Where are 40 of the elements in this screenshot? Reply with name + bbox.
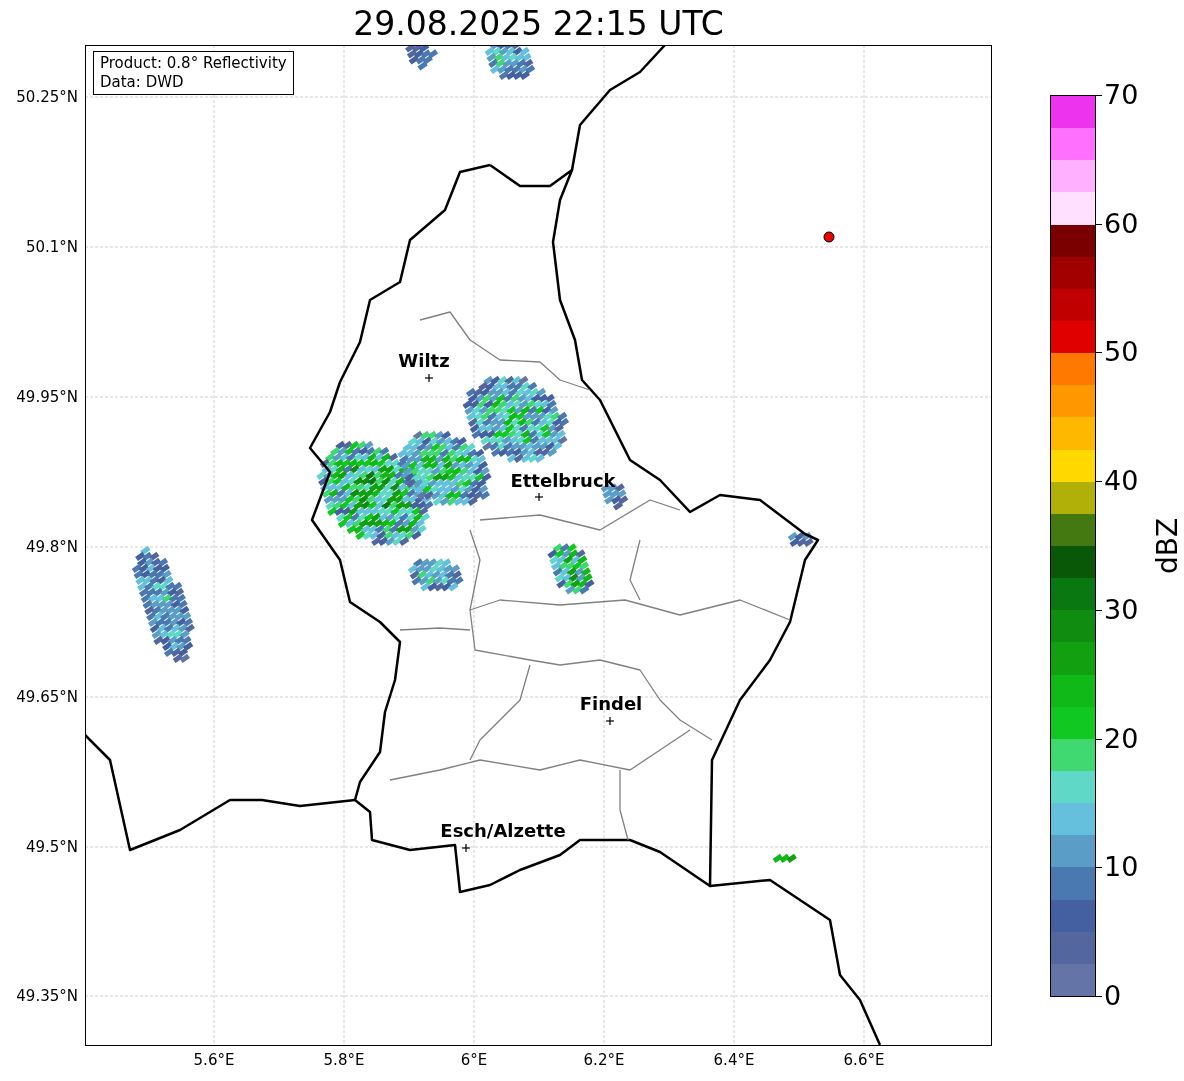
axis-tick-label: 49.8°N (25, 538, 78, 556)
city-marker-icon (534, 492, 544, 502)
city-label: Ettelbruck (510, 471, 616, 491)
colorbar-tick-label: 0 (1104, 981, 1122, 1011)
radar-echo-drawing (407, 558, 464, 592)
city-marker-icon (461, 843, 471, 853)
radar-echo-drawing (772, 853, 797, 864)
colorbar-tick-label: 40 (1104, 466, 1139, 497)
colorbar-tick-label: 30 (1104, 594, 1139, 625)
colorbar-tick-label: 50 (1104, 337, 1139, 368)
city-label: Findel (579, 694, 643, 714)
axis-tick-label: 49.35°N (16, 987, 78, 1005)
axis-tick-label: 6.4°E (713, 1051, 755, 1069)
axis-tick-label: 5.8°E (323, 1051, 365, 1069)
radar-echo-drawing (405, 45, 439, 71)
axis-tick-label: 6.2°E (583, 1051, 625, 1069)
axis-tick-label: 6.6°E (843, 1051, 885, 1069)
colorbar-tick-label: 60 (1104, 208, 1139, 239)
axis-tick-label: 50.25°N (16, 88, 78, 106)
colorbar-tick-label: 70 (1104, 80, 1139, 110)
info-text: Product: 0.8° Reflectivity (100, 54, 287, 73)
city-marker-icon (605, 716, 615, 726)
colorbar-tick-label: 20 (1104, 723, 1139, 754)
location-marker-icon (823, 231, 835, 243)
radar-echo-drawing (787, 531, 814, 548)
radar-echo-drawing (484, 45, 536, 81)
axis-tick-label: 5.6°E (193, 1051, 235, 1069)
axis-tick-label: 50.1°N (25, 238, 78, 256)
axis-tick-label: 49.5°N (25, 838, 78, 856)
info-text: Data: DWD (100, 73, 185, 92)
colorbar-label: dBZ (1152, 517, 1184, 575)
city-label: Esch/Alzette (440, 821, 566, 841)
city-marker-icon (424, 373, 434, 383)
colorbar-tick-label: 10 (1104, 852, 1139, 883)
city-label: Wiltz (398, 351, 450, 371)
axis-tick-label: 6°E (460, 1051, 488, 1069)
chart-title: 29.08.2025 22:15 UTC (352, 4, 725, 44)
axis-tick-label: 49.65°N (16, 688, 78, 706)
radar-echo-drawing (547, 543, 595, 595)
axis-tick-label: 49.95°N (16, 388, 78, 406)
